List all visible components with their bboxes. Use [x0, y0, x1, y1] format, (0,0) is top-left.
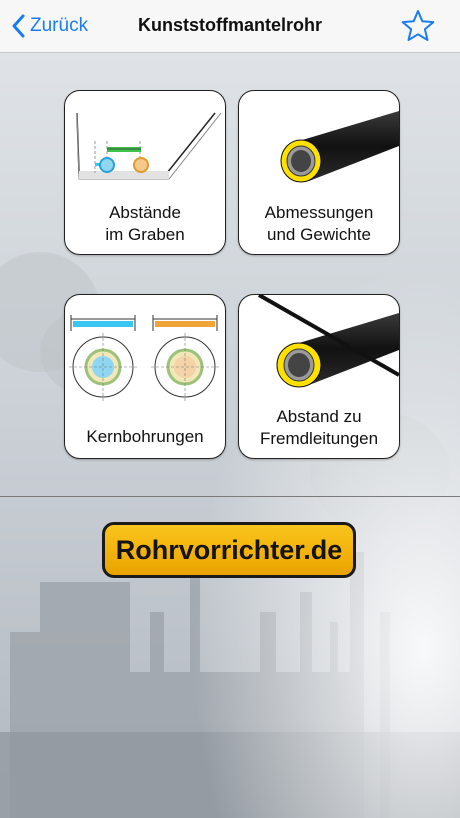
- trench-spacing-icon: [76, 112, 222, 180]
- divider: [0, 496, 460, 497]
- tile-core-drilling[interactable]: Kernbohrungen: [64, 294, 226, 459]
- tile-trench-spacing[interactable]: Abstände im Graben: [64, 90, 226, 255]
- brand-label: Rohrvorrichter.de: [115, 534, 343, 565]
- star-outline-icon[interactable]: [400, 8, 436, 44]
- tile-label-line1: Kernbohrungen: [86, 427, 204, 446]
- navigation-bar: Zurück Kunststoffmantelrohr: [0, 0, 460, 53]
- tile-label-line2: im Graben: [105, 225, 185, 244]
- tile-distance-foreign-lines[interactable]: Abstand zu Fremdleitungen: [238, 294, 400, 459]
- tile-label-line1: Abstände: [109, 203, 181, 222]
- tile-label-line1: Abstand zu: [276, 407, 362, 426]
- insulated-pipe-icon: [280, 111, 399, 183]
- tile-label-line2: und Gewichte: [267, 225, 371, 244]
- tile-dimensions-weights[interactable]: Abmessungen und Gewichte: [238, 90, 400, 255]
- core-drilling-icon: [69, 315, 219, 401]
- pipe-distance-icon: [258, 295, 399, 388]
- page-title: Kunststoffmantelrohr: [138, 15, 322, 35]
- tile-label-line2: Fremdleitungen: [259, 429, 379, 448]
- brand-link-button[interactable]: Rohrvorrichter.de: [102, 522, 356, 578]
- tile-label-line1: Abmessungen: [264, 203, 374, 222]
